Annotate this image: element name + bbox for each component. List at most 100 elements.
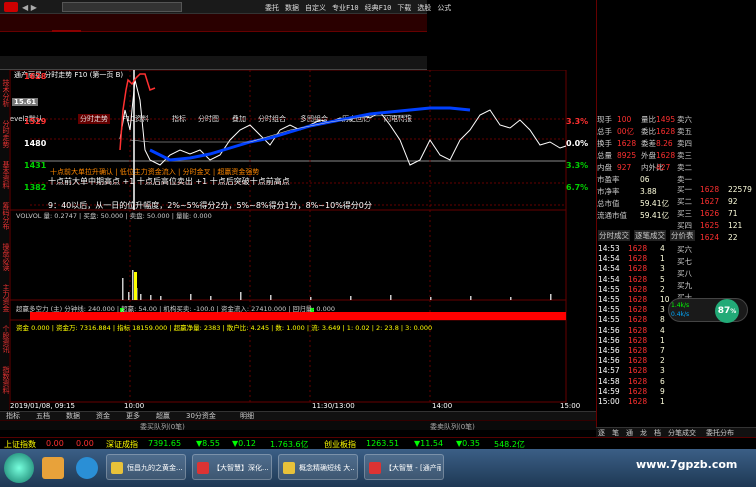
tick-tab-2[interactable]: 分价表 xyxy=(670,230,695,241)
taskbar-item-2[interactable]: 概念精确短线 大... xyxy=(278,454,358,480)
watermark: www.7gpzb.com xyxy=(636,458,738,471)
tick-tab-0[interactable]: 分时成交 xyxy=(598,230,630,241)
volume-bar-highlight xyxy=(134,272,137,300)
left-tab-5[interactable]: 主力资金 xyxy=(0,279,10,317)
left-tab-7[interactable]: 指数资料 xyxy=(0,361,10,399)
volume-bar xyxy=(270,295,272,300)
top-link-4[interactable]: 经典F10 xyxy=(365,4,392,12)
time-label: 11:30/13:00 xyxy=(312,402,355,410)
badge-pct: 87 xyxy=(717,306,731,316)
top-link-2[interactable]: 自定义 xyxy=(305,4,326,12)
left-tab-3[interactable]: 筹码分布 xyxy=(0,197,10,235)
buy-level-price: 1626 xyxy=(700,209,720,218)
top-link-0[interactable]: 委托 xyxy=(265,4,279,12)
time-axis: 2019/01/08, 09:15 10:00 11:30/13:00 14:0… xyxy=(10,402,596,411)
quote-value: 1628 xyxy=(617,139,637,148)
price-label-3: 1480 xyxy=(24,139,47,148)
quote-label: 现手 xyxy=(597,115,612,124)
quote-value: 1628 xyxy=(656,127,676,136)
buy-level-label: 买六 xyxy=(677,245,692,254)
volume-bar xyxy=(470,296,472,300)
tick-tab-1[interactable]: 逐笔成交 xyxy=(634,230,666,241)
taskbar-item-label: 【大智慧】深化... xyxy=(213,464,269,472)
taskbar-item-3[interactable]: 【大智慧 - [通产丽...】 xyxy=(364,454,444,480)
intraday-chart[interactable] xyxy=(10,70,596,410)
left-tab-1[interactable]: 分时走势 xyxy=(0,115,10,153)
pct-label-3: 3.3% xyxy=(566,161,589,170)
volume-bar xyxy=(430,297,432,300)
buy-level-price: 1624 xyxy=(700,233,720,242)
volume-header: VOLVOL 量: 0.2747 | 买盘: 50.000 | 卖盘: 50.0… xyxy=(16,212,212,220)
left-tab-2[interactable]: 基本资料 xyxy=(0,156,10,194)
buy-level-label: 买二 xyxy=(677,197,692,206)
volume-bar xyxy=(190,294,192,300)
index-change: ▼8.55 xyxy=(196,439,220,448)
sell-queue-label: 委卖队列(0笔) xyxy=(430,423,475,431)
indicator-band xyxy=(30,312,566,320)
indicator-header: 超赢多空力 (主) 分钟线: 240.000 | 超赢: 54.00 | 机构买… xyxy=(16,305,335,313)
fund-value: 59.41亿 xyxy=(640,211,669,220)
nav-row: Level2默认 分时走势 F10资料 指标 分时图 叠加 分时组合 多图组合 历史回忆 闪电特报 xyxy=(0,56,427,124)
index-pct: ▼0.35 xyxy=(456,439,480,448)
top-link-6[interactable]: 选股 xyxy=(417,4,431,12)
sell-level-label: 卖三 xyxy=(677,151,692,160)
taskbar-app-icon xyxy=(283,462,295,474)
buy-queue-label: 委买队列(0笔) xyxy=(140,423,185,431)
taskbar-item-1[interactable]: 【大智慧】深化... xyxy=(192,454,272,480)
top-link-3[interactable]: 专业F10 xyxy=(332,4,359,12)
left-tab-0[interactable]: 技术分析 xyxy=(0,74,10,112)
speed-badge[interactable]: 1.4k/s 0.4k/s 87% xyxy=(668,298,748,323)
left-tab-6[interactable]: 个股资讯 xyxy=(0,320,10,358)
sell-level-label: 卖五 xyxy=(677,127,692,136)
fund-value: 06 xyxy=(640,175,650,184)
app-logo-icon xyxy=(4,2,18,12)
search-input[interactable] xyxy=(62,2,182,12)
left-tab-4[interactable]: 操盘必读 xyxy=(0,238,10,276)
volume-bar xyxy=(210,296,212,300)
back-forward-icon[interactable]: ◀ ▶ xyxy=(22,3,37,12)
quote-value: 8925 xyxy=(617,151,637,160)
quote-label: 总手 xyxy=(597,127,612,136)
top-link-5[interactable]: 下载 xyxy=(397,4,411,12)
title-bar: ◀ ▶ 委托 数据 自定义 专业F10 经典F10 下载 选股 公式 xyxy=(0,0,451,14)
buy-level-price: 1625 xyxy=(700,221,720,230)
buy-level-vol: 121 xyxy=(728,221,743,230)
quote-label: 总量 xyxy=(597,151,612,160)
quote-value: 8.26 xyxy=(656,139,673,148)
buy-level-price: 1627 xyxy=(700,197,720,206)
pct-label-2: 0.0% xyxy=(566,139,589,148)
quote-bottom-tabs: 逐笔通龙档分笔成交 委托分布 xyxy=(596,427,756,437)
top-links[interactable]: 委托 数据 自定义 专业F10 经典F10 下载 选股 公式 xyxy=(265,3,457,13)
memory-gauge: 87% xyxy=(715,299,739,323)
volume-bar xyxy=(310,297,312,300)
volume-bar xyxy=(510,297,512,300)
index-value: 0.00 xyxy=(46,439,64,448)
volume-bar xyxy=(140,294,142,300)
left-vertical-tabs: 技术分析分时走势基本资料筹码分布操盘必读主力资金个股资讯指数资料 xyxy=(0,70,10,410)
start-button[interactable] xyxy=(4,453,34,483)
time-label: 2019/01/08, 09:15 xyxy=(10,402,75,410)
tick-vol: 1 xyxy=(660,397,665,406)
ie-icon[interactable] xyxy=(76,457,98,479)
top-link-1[interactable]: 数据 xyxy=(285,4,299,12)
spacer xyxy=(0,32,427,56)
top-link-7[interactable]: 公式 xyxy=(437,4,451,12)
time-label: 10:00 xyxy=(124,402,145,410)
folder-icon[interactable] xyxy=(42,457,64,479)
buy-level-vol: 22 xyxy=(728,233,738,242)
price-label-4: 1431 xyxy=(24,161,47,170)
pct-label-1: 3.3% xyxy=(566,117,589,126)
tick-time: 15:00 xyxy=(598,397,620,406)
taskbar-app-icon xyxy=(369,462,381,474)
taskbar-item-0[interactable]: 恒昌九的之黄金... xyxy=(106,454,186,480)
price-line xyxy=(119,79,567,166)
pct-label-4: 6.7% xyxy=(566,183,589,192)
index-value: 1263.51 xyxy=(366,439,400,448)
buy-level-label: 买三 xyxy=(677,209,692,218)
chart-frame xyxy=(10,70,567,403)
quote-value: 100 xyxy=(617,115,632,124)
index-status-bar: 上证指数 0.00 0.00 深证成指 7391.65 ▼8.55 ▼0.12 1.763.6… xyxy=(0,437,756,449)
quote-label: 委差 xyxy=(641,139,656,148)
quote-value: 00亿 xyxy=(617,127,635,136)
price-label-2: 1529 xyxy=(24,117,47,126)
